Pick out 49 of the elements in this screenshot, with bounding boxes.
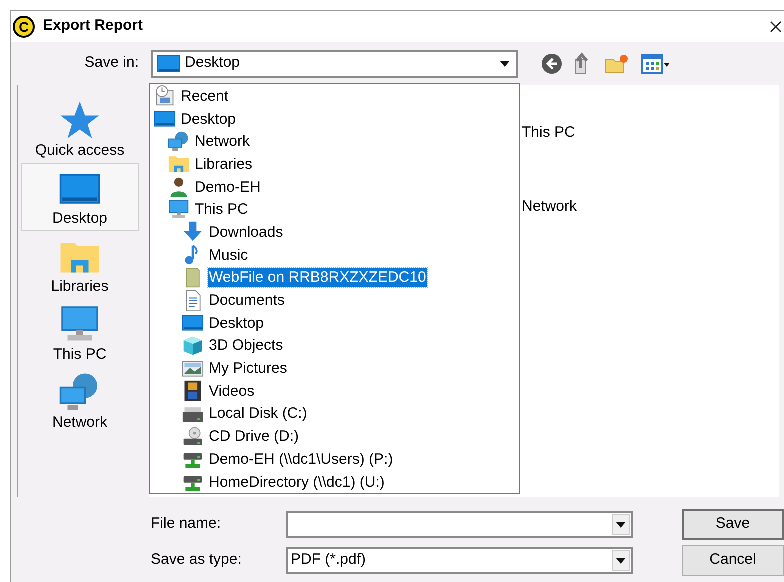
location-option[interactable]: Demo-EH (\\dc1\Users) (P:) bbox=[208, 450, 394, 469]
location-option[interactable]: Desktop bbox=[180, 110, 238, 129]
dialog-button[interactable]: Cancel bbox=[682, 545, 784, 576]
field-label: File name: bbox=[151, 514, 222, 534]
location-option[interactable]: Desktop bbox=[208, 314, 266, 333]
location-option[interactable]: Local Disk (C:) bbox=[208, 404, 308, 424]
field-label: Save as type: bbox=[151, 550, 243, 570]
network-icon bbox=[168, 130, 190, 153]
location-option[interactable]: Music bbox=[208, 246, 250, 265]
cube-icon bbox=[182, 334, 204, 357]
location-option[interactable]: Documents bbox=[208, 291, 286, 310]
place-item[interactable]: Desktop bbox=[21, 163, 139, 231]
app-logo: C bbox=[13, 16, 35, 38]
location-option[interactable]: My Pictures bbox=[208, 359, 288, 378]
location-option[interactable]: Videos bbox=[208, 382, 256, 401]
caret-icon bbox=[500, 60, 510, 66]
location-option[interactable]: WebFile on RRB8RXZXZEDC10 bbox=[208, 268, 428, 288]
back-icon[interactable] bbox=[541, 52, 563, 74]
location-option[interactable]: CD Drive (D:) bbox=[208, 427, 300, 446]
film-icon bbox=[182, 380, 204, 402]
place-item[interactable]: Libraries bbox=[21, 231, 139, 299]
location-option[interactable]: Downloads bbox=[208, 222, 284, 242]
user-icon bbox=[168, 176, 190, 198]
dialog-button[interactable]: Save bbox=[682, 509, 784, 540]
place-item[interactable]: Quick access bbox=[21, 95, 139, 163]
cd-drive-icon bbox=[182, 426, 204, 448]
caret-icon bbox=[616, 558, 626, 564]
location-option[interactable]: HomeDirectory (\\dc1) (U:) bbox=[208, 472, 386, 492]
new-folder-icon[interactable] bbox=[605, 54, 629, 74]
download-arrow-icon bbox=[182, 221, 204, 244]
caret-icon bbox=[616, 522, 626, 528]
close-icon[interactable] bbox=[770, 20, 782, 32]
location-option[interactable]: Demo-EH bbox=[194, 178, 262, 197]
file-list-item[interactable]: Network bbox=[522, 196, 578, 218]
location-option[interactable]: Recent bbox=[180, 86, 230, 106]
file-list-item[interactable]: This PC bbox=[522, 122, 576, 144]
field-label: Save in: bbox=[84, 53, 140, 74]
location-option[interactable]: This PC bbox=[194, 200, 250, 220]
place-item[interactable]: This PC bbox=[21, 299, 139, 367]
view-menu-icon[interactable] bbox=[641, 54, 671, 74]
file-type-dropdown[interactable]: PDF (*.pdf) bbox=[286, 547, 633, 574]
location-option[interactable]: Libraries bbox=[194, 154, 254, 174]
computer-icon bbox=[168, 198, 190, 221]
save-in-dropdown[interactable]: Desktop bbox=[151, 50, 518, 78]
location-option[interactable]: 3D Objects bbox=[208, 336, 284, 356]
file-name-field[interactable] bbox=[286, 511, 633, 538]
place-item[interactable]: Network bbox=[21, 367, 139, 435]
location-option[interactable]: Network bbox=[194, 132, 252, 152]
window-title: Export Report bbox=[43, 16, 144, 36]
